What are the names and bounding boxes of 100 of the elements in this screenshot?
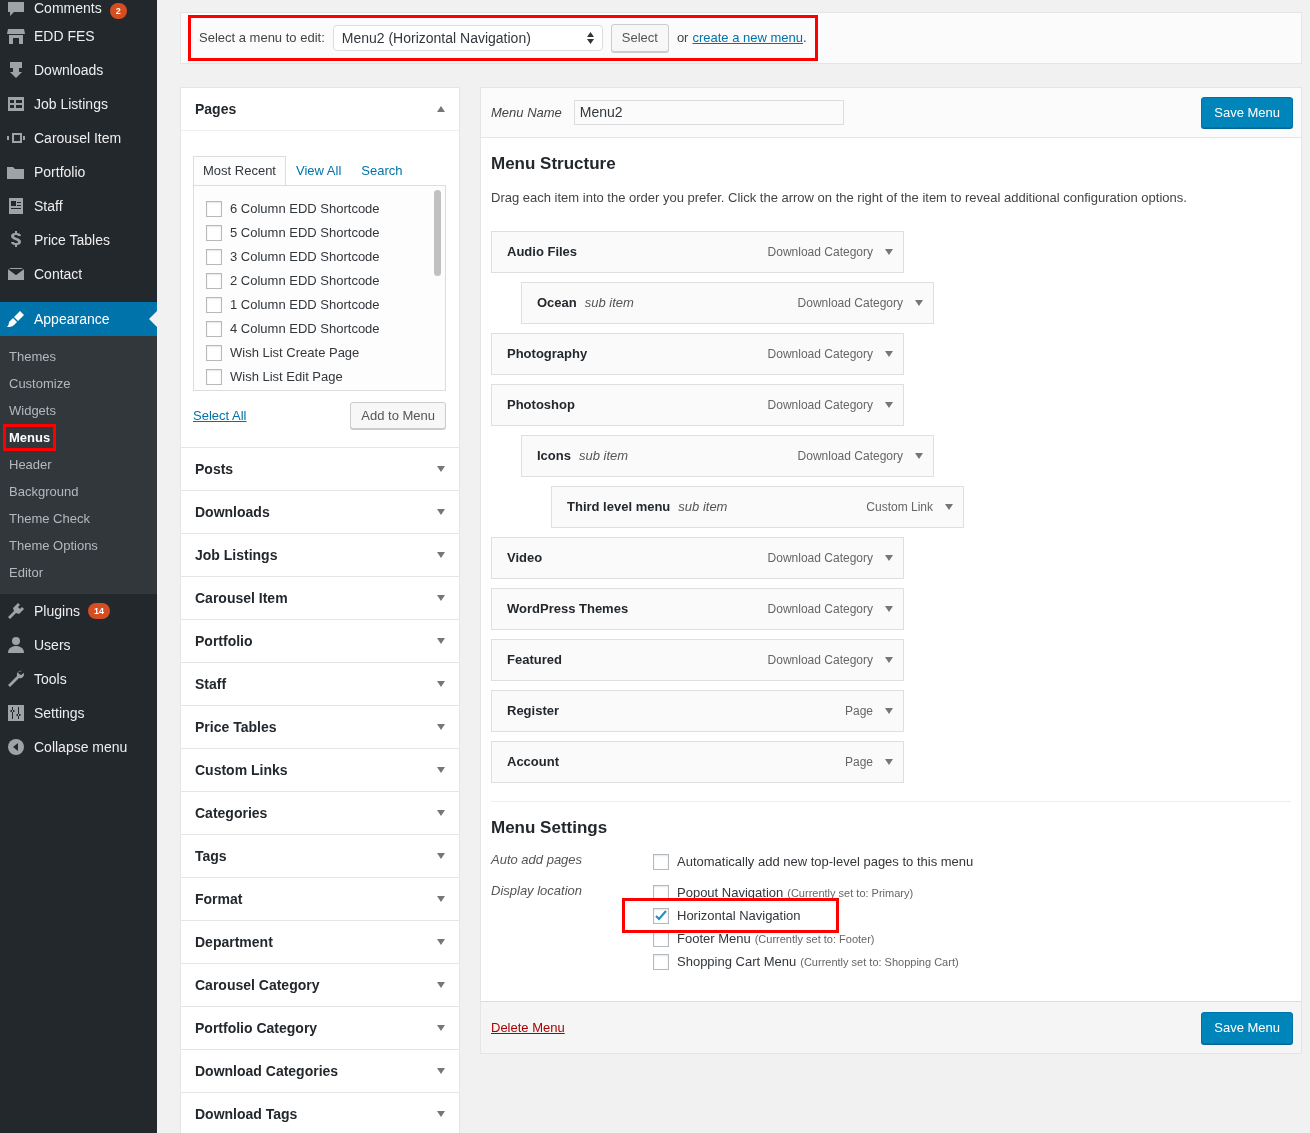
delete-menu-link[interactable]: Delete Menu xyxy=(491,1018,565,1038)
menu-item[interactable]: Video Download Category xyxy=(491,536,904,579)
menu-item[interactable]: Featured Download Category xyxy=(491,638,904,681)
sidebar-item[interactable]: Contact xyxy=(0,257,157,291)
accordion-header[interactable]: Custom Links xyxy=(181,749,459,791)
menu-item[interactable]: Photoshop Download Category xyxy=(491,383,904,426)
accordion-header[interactable]: Format xyxy=(181,878,459,920)
submenu-item[interactable]: Customize xyxy=(0,370,157,397)
menu-item[interactable]: WordPress Themes Download Category xyxy=(491,587,904,630)
dropdown-arrow-icon[interactable] xyxy=(945,503,953,510)
checkbox[interactable] xyxy=(206,368,222,385)
instructions-text: Drag each item into the order you prefer. Click the arrow on the right of the item to reveal additional configuration options. xyxy=(491,189,1188,208)
dropdown-arrow-icon[interactable] xyxy=(915,299,923,306)
submenu-item[interactable]: Menus xyxy=(3,424,57,451)
expand-arrow-icon xyxy=(437,1025,445,1031)
dropdown-arrow-icon[interactable] xyxy=(915,452,923,459)
create-menu-link[interactable]: create a new menu xyxy=(692,28,804,48)
dropdown-arrow-icon[interactable] xyxy=(885,707,893,714)
sidebar-item[interactable]: Price Tables xyxy=(0,223,157,257)
accordion-header[interactable]: Staff xyxy=(181,663,459,705)
add-to-menu-button[interactable]: Add to Menu xyxy=(350,401,446,429)
submenu-item[interactable]: Theme Check xyxy=(0,505,157,532)
menu-item[interactable]: Ocean sub item Download Category xyxy=(521,281,934,324)
menu-name-field[interactable]: Menu2 xyxy=(573,100,844,125)
submenu-item[interactable]: Theme Options xyxy=(0,532,157,559)
user-icon xyxy=(6,635,26,655)
sidebar-item[interactable]: Settings xyxy=(0,696,157,730)
section-heading: Menu Structure xyxy=(491,154,617,175)
expand-arrow-icon xyxy=(437,595,445,601)
accordion-header[interactable]: Job Listings xyxy=(181,534,459,576)
accordion-header[interactable]: Tags xyxy=(181,835,459,877)
submenu-item[interactable]: Editor xyxy=(0,559,157,586)
sidebar-item[interactable]: Staff xyxy=(0,189,157,223)
tab[interactable]: View All xyxy=(286,156,352,185)
accordion-header[interactable]: Categories xyxy=(181,792,459,834)
sidebar-item[interactable]: Users xyxy=(0,628,157,662)
menu-item[interactable]: Third level menu sub item Custom Link xyxy=(551,485,964,528)
select-button[interactable]: Select xyxy=(610,24,669,52)
item-type-label: Page xyxy=(844,702,873,720)
scrollbar-thumb[interactable] xyxy=(434,189,441,276)
checkbox[interactable] xyxy=(206,200,222,217)
checkbox[interactable] xyxy=(653,953,669,970)
sidebar-item[interactable]: Portfolio xyxy=(0,155,157,189)
accordion-header[interactable]: Carousel Category xyxy=(181,964,459,1006)
accordion-header[interactable]: Carousel Item xyxy=(181,577,459,619)
accordion-header[interactable]: Portfolio Category xyxy=(181,1007,459,1049)
menu-dropdown[interactable]: Menu2 (Horizontal Navigation) xyxy=(332,25,603,51)
checkbox[interactable] xyxy=(206,296,222,313)
accordion-header[interactable]: Downloads xyxy=(181,491,459,533)
sidebar-item[interactable]: Collapse menu xyxy=(0,730,157,764)
accordion-header[interactable]: Download Tags xyxy=(181,1093,459,1133)
sidebar-item[interactable]: Downloads xyxy=(0,53,157,87)
item-type-label: Download Category xyxy=(797,294,903,312)
menu-item[interactable]: Icons sub item Download Category xyxy=(521,434,934,477)
submenu-item[interactable]: Background xyxy=(0,478,157,505)
checkbox[interactable] xyxy=(206,248,222,265)
submenu-item[interactable]: Header xyxy=(0,451,157,478)
tab[interactable]: Most Recent xyxy=(193,156,286,185)
checkbox-label: 1 Column EDD Shortcode xyxy=(230,295,380,314)
sidebar-item[interactable]: Comments 2 xyxy=(0,0,157,19)
tab[interactable]: Search xyxy=(351,156,413,185)
menu-item[interactable]: Photography Download Category xyxy=(491,332,904,375)
menu-item[interactable]: Account Page xyxy=(491,740,904,783)
select-all-link[interactable]: Select All xyxy=(193,405,247,425)
dropdown-arrow-icon[interactable] xyxy=(885,401,893,408)
sidebar-item[interactable]: EDD FES xyxy=(0,19,157,53)
accordion-header[interactable]: Posts xyxy=(181,448,459,490)
brush-icon xyxy=(6,309,26,329)
checkbox[interactable] xyxy=(653,907,669,924)
wrench-icon xyxy=(6,669,26,689)
dropdown-arrow-icon[interactable] xyxy=(885,656,893,663)
save-menu-button[interactable]: Save Menu xyxy=(1201,96,1293,129)
save-menu-button[interactable]: Save Menu xyxy=(1201,1012,1293,1044)
id-card-icon xyxy=(6,196,26,216)
menu-item[interactable]: Register Page xyxy=(491,689,904,732)
submenu-item[interactable]: Themes xyxy=(0,343,157,370)
accordion-header[interactable]: Download Categories xyxy=(181,1050,459,1092)
accordion-header[interactable]: Department xyxy=(181,921,459,963)
dropdown-arrow-icon[interactable] xyxy=(885,350,893,357)
checkbox[interactable] xyxy=(653,853,669,870)
sidebar-item[interactable]: Appearance xyxy=(0,302,157,336)
accordion-header[interactable]: Pages xyxy=(181,88,459,130)
sidebar-item[interactable]: Plugins 14 xyxy=(0,594,157,628)
dropdown-arrow-icon[interactable] xyxy=(885,554,893,561)
menu-item[interactable]: Audio Files Download Category xyxy=(491,230,904,273)
sidebar-item[interactable]: Job Listings xyxy=(0,87,157,121)
dropdown-arrow-icon[interactable] xyxy=(885,605,893,612)
option-note: (Currently set to: Primary) xyxy=(787,886,914,902)
checkbox[interactable] xyxy=(206,320,222,337)
checkbox[interactable] xyxy=(206,224,222,241)
submenu-item[interactable]: Widgets xyxy=(0,397,157,424)
accordion-header[interactable]: Price Tables xyxy=(181,706,459,748)
dropdown-arrow-icon[interactable] xyxy=(885,248,893,255)
option-label: Shopping Cart Menu xyxy=(677,953,797,972)
dropdown-arrow-icon[interactable] xyxy=(885,758,893,765)
sidebar-item[interactable]: Carousel Item xyxy=(0,121,157,155)
checkbox[interactable] xyxy=(206,272,222,289)
sidebar-item[interactable]: Tools xyxy=(0,662,157,696)
accordion-header[interactable]: Portfolio xyxy=(181,620,459,662)
checkbox[interactable] xyxy=(206,344,222,361)
